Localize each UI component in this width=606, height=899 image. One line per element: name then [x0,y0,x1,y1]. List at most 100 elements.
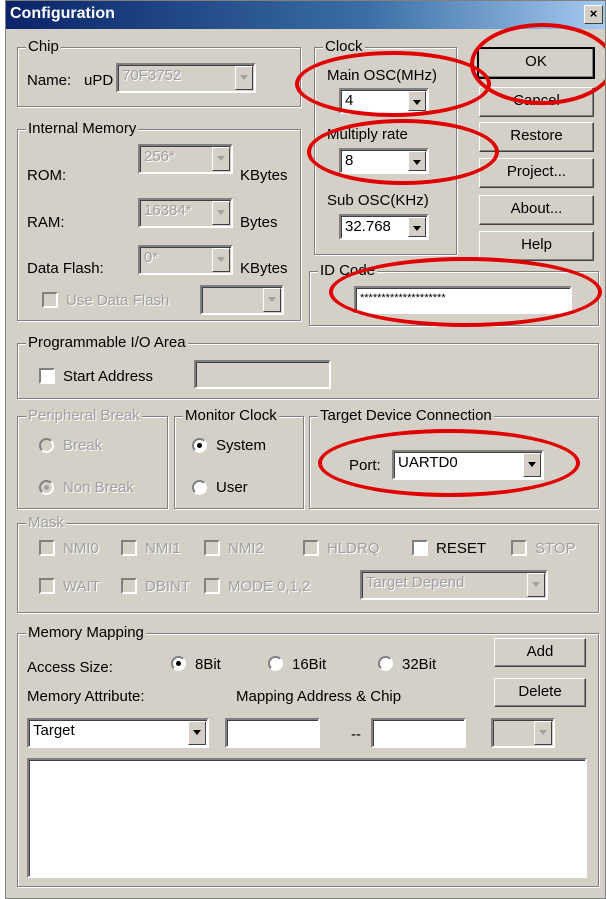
main-osc-select[interactable]: 4 [339,88,429,114]
restore-label: Restore [510,127,563,144]
programmable-io-group: Programmable I/O Area Start Address [17,334,599,399]
restore-button[interactable]: Restore [479,122,594,152]
data-flash-select[interactable]: 0* [138,245,233,275]
chevron-down-icon [212,201,230,225]
mapping-start-input[interactable] [225,718,320,748]
data-flash-label: Data Flash: [27,260,104,277]
peripheral-break-group: Peripheral Break Break Non Break [17,407,168,509]
ok-button[interactable]: OK [477,47,595,79]
delete-button[interactable]: Delete [494,678,586,707]
mask-group: Mask NMI0 NMI1 NMI2 HLDRQ RESET STOP WAI… [17,514,599,613]
peripheral-break-legend: Peripheral Break [26,407,142,424]
nmi1-checkbox[interactable] [121,540,137,556]
chip-name-select[interactable]: 70F3752 [116,63,256,93]
mode-value: Target Depend [366,574,465,591]
about-button[interactable]: About... [479,195,594,225]
size-8bit-radio[interactable] [171,656,186,671]
dbint-checkbox[interactable] [121,578,137,594]
add-button[interactable]: Add [494,638,586,667]
range-separator: -- [351,726,361,743]
rom-unit: KBytes [240,167,288,184]
target-device-group: Target Device Connection Port: UARTD0 [309,407,599,509]
data-flash-unit: KBytes [240,260,288,277]
mask-legend: Mask [26,514,66,531]
port-select[interactable]: UARTD0 [392,450,544,480]
start-address-input[interactable] [194,360,331,389]
chip-name-label: Name: [27,72,72,89]
stop-checkbox[interactable] [511,540,527,556]
target-device-legend: Target Device Connection [318,407,494,424]
mapping-address-label: Mapping Address & Chip [236,688,402,705]
chip-name-value: 70F3752 [122,67,182,84]
mapping-end-input[interactable] [371,718,466,748]
multiply-rate-select[interactable]: 8 [339,148,429,174]
main-osc-label: Main OSC(MHz) [327,67,438,84]
non-break-label: Non Break [63,479,134,496]
access-size-label: Access Size: [27,659,113,676]
window-title: Configuration [10,5,115,22]
nmi0-checkbox[interactable] [39,540,55,556]
main-osc-value: 4 [345,92,354,109]
hldrq-checkbox[interactable] [303,540,319,556]
radio-dot [44,485,49,490]
ok-label: OK [525,53,547,70]
mode-checkbox[interactable] [204,578,220,594]
chevron-down-icon [408,151,426,171]
wait-label: WAIT [63,578,100,595]
reset-checkbox[interactable] [412,540,428,556]
chevron-down-icon [188,721,206,745]
user-radio[interactable] [192,480,207,495]
size-16bit-radio[interactable] [268,656,283,671]
use-data-flash-label: Use Data Flash [66,292,170,309]
chip-select[interactable] [491,718,555,748]
wait-checkbox[interactable] [39,578,55,594]
mode-select[interactable]: Target Depend [360,570,548,600]
id-code-input[interactable]: ******************** [354,286,572,314]
add-label: Add [526,643,554,660]
id-code-legend: ID Code [318,262,378,279]
sub-osc-label: Sub OSC(KHz) [327,192,429,209]
nmi2-label: NMI2 [228,540,264,557]
nmi0-label: NMI0 [63,540,99,557]
non-break-radio[interactable] [39,480,54,495]
memory-attribute-value: Target [33,722,75,739]
rom-label: ROM: [27,167,67,184]
dbint-label: DBINT [145,578,190,595]
user-label: User [216,479,248,496]
size-32bit-label: 32Bit [402,656,437,673]
ram-select[interactable]: 16384* [138,198,233,228]
system-radio[interactable] [192,438,207,453]
nmi1-label: NMI1 [145,540,181,557]
project-button[interactable]: Project... [479,158,594,188]
chevron-down-icon [523,453,541,477]
cancel-button[interactable]: Cancel [479,87,594,117]
start-address-label: Start Address [63,368,154,385]
break-radio[interactable] [39,438,54,453]
ram-value: 16384* [144,202,192,219]
monitor-clock-legend: Monitor Clock [183,407,279,424]
use-data-flash-checkbox[interactable] [42,292,58,308]
ram-label: RAM: [27,214,65,231]
id-code-group: ID Code ******************** [309,262,599,326]
memory-attribute-select[interactable]: Target [27,718,209,748]
chip-group: Chip Name: uPD 70F3752 [17,38,301,107]
multiply-rate-label: Multiply rate [327,126,408,143]
close-icon[interactable]: × [584,5,603,24]
mode-label: MODE 0,1,2 [228,578,311,595]
memory-attribute-label: Memory Attribute: [27,688,145,705]
use-data-flash-select[interactable] [200,285,284,315]
size-8bit-label: 8Bit [195,656,221,673]
help-button[interactable]: Help [479,231,594,261]
system-label: System [216,437,267,454]
mapping-list[interactable] [27,758,587,878]
start-address-checkbox[interactable] [39,368,55,384]
chevron-down-icon [408,217,426,237]
cancel-label: Cancel [513,92,560,109]
ram-unit: Bytes [240,214,278,231]
sub-osc-select[interactable]: 32.768 [339,214,429,240]
rom-select[interactable]: 256* [138,144,233,174]
chevron-down-icon [263,288,281,312]
chevron-down-icon [408,91,426,111]
size-32bit-radio[interactable] [378,656,393,671]
nmi2-checkbox[interactable] [204,540,220,556]
